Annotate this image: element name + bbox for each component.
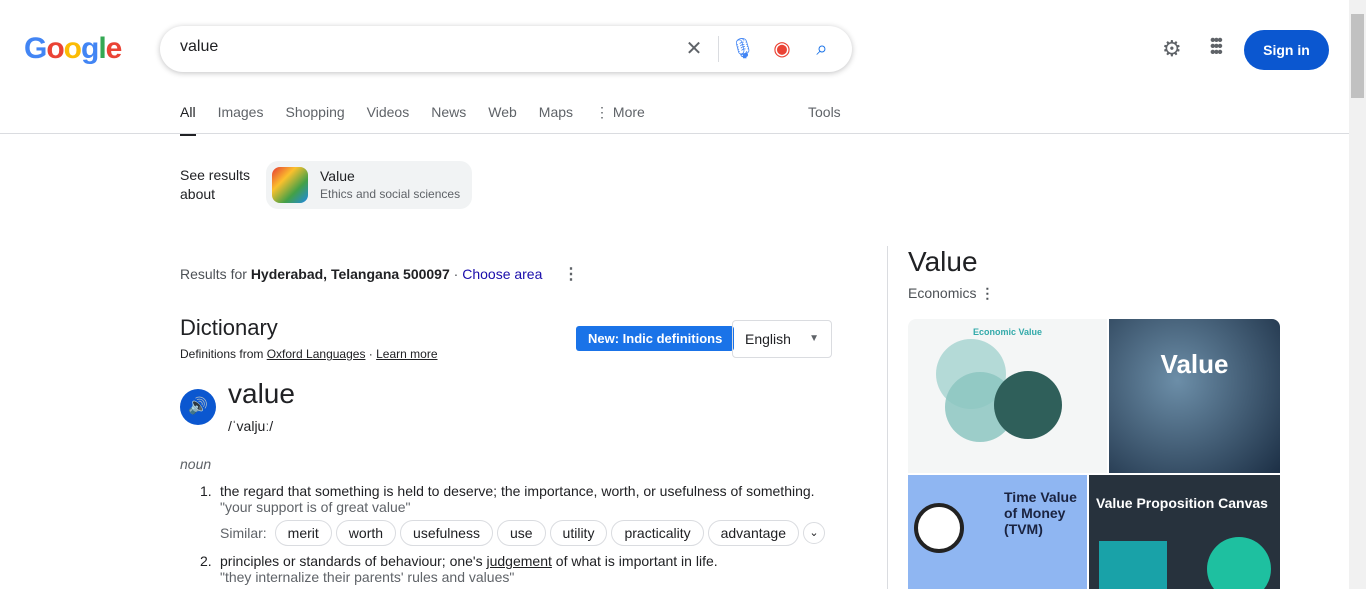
chip-title: Value <box>320 168 355 184</box>
dictionary-title: Dictionary <box>180 315 278 340</box>
see-results-chip[interactable]: Value Ethics and social sciences <box>266 161 472 209</box>
definition-1: 1. the regard that something is held to … <box>200 483 815 515</box>
panel-subtitle: Economics ⋮ <box>908 285 995 301</box>
tab-shopping[interactable]: Shopping <box>285 104 344 136</box>
tab-all[interactable]: All <box>180 104 196 136</box>
divider <box>718 36 719 62</box>
tools-button[interactable]: Tools <box>808 104 841 120</box>
google-logo[interactable]: Google <box>24 32 122 66</box>
search-tabs: All Images Shopping Videos News Web Maps… <box>180 104 667 136</box>
language-select[interactable]: English ▼ <box>732 320 832 358</box>
tab-more[interactable]: ⋮ More <box>595 104 645 136</box>
location-line: Results for Hyderabad, Telangana 500097 … <box>180 266 543 282</box>
indic-definitions-badge[interactable]: New: Indic definitions <box>576 326 735 351</box>
tab-images[interactable]: Images <box>218 104 264 136</box>
similar-chip[interactable]: practicality <box>611 520 704 546</box>
scrollbar-thumb[interactable] <box>1351 14 1364 98</box>
value-thumbnail <box>272 167 308 203</box>
image-time-value-of-money[interactable]: Time Value of Money (TVM) <box>908 475 1087 589</box>
image-value-hexagon[interactable]: Value <box>1109 319 1280 473</box>
panel-title: Value <box>908 246 978 277</box>
apps-grid-icon[interactable]: ••• ••• ••• <box>1210 33 1230 61</box>
learn-more-link[interactable]: Learn more <box>376 347 437 361</box>
choose-area-link[interactable]: Choose area <box>462 266 542 282</box>
search-icon[interactable]: ⌕ <box>810 37 834 61</box>
header-divider <box>0 133 1349 134</box>
image-economic-value[interactable]: Economic Value <box>908 319 1107 473</box>
tab-videos[interactable]: Videos <box>367 104 410 136</box>
more-options-icon[interactable]: ⋮ <box>980 285 994 301</box>
panel-divider <box>887 246 888 589</box>
part-of-speech: noun <box>180 456 212 472</box>
phonetic: /ˈvaljuː/ <box>228 418 274 434</box>
search-input[interactable] <box>180 38 660 56</box>
speaker-icon[interactable]: 🔊 <box>180 389 216 425</box>
tab-maps[interactable]: Maps <box>539 104 573 136</box>
gear-icon[interactable]: ⚙ <box>1162 36 1182 62</box>
chevron-down-icon[interactable]: ⌄ <box>803 522 825 544</box>
dropdown-arrow-icon: ▼ <box>809 333 819 344</box>
see-results-label: See results about <box>180 167 251 202</box>
similar-chip[interactable]: worth <box>335 520 397 546</box>
similar-words: Similar: merit worth usefulness use util… <box>220 520 825 546</box>
clear-icon[interactable]: ✕ <box>682 37 706 61</box>
oxford-link[interactable]: Oxford Languages <box>267 347 366 361</box>
microphone-icon[interactable]: 🎙 <box>730 37 755 61</box>
search-box: ✕ 🎙 ◉ ⌕ <box>160 26 852 72</box>
sign-in-button[interactable]: Sign in <box>1244 30 1329 70</box>
similar-chip[interactable]: merit <box>274 520 332 546</box>
similar-chip[interactable]: advantage <box>707 520 799 546</box>
camera-lens-icon[interactable]: ◉ <box>770 37 794 61</box>
tab-news[interactable]: News <box>431 104 466 136</box>
judgement-link[interactable]: judgement <box>487 553 552 569</box>
definition-2: 2. principles or standards of behaviour;… <box>200 553 718 585</box>
dictionary-source: Definitions from Oxford Languages · Lear… <box>180 347 438 361</box>
similar-chip[interactable]: use <box>496 520 546 546</box>
tab-web[interactable]: Web <box>488 104 517 136</box>
headword: value <box>228 378 295 409</box>
similar-chip[interactable]: usefulness <box>400 520 493 546</box>
chip-subtitle: Ethics and social sciences <box>320 187 461 201</box>
image-value-proposition-canvas[interactable]: Value Proposition Canvas <box>1089 475 1280 589</box>
more-options-icon[interactable]: ⋮ <box>563 264 579 284</box>
similar-chip[interactable]: utility <box>549 520 608 546</box>
